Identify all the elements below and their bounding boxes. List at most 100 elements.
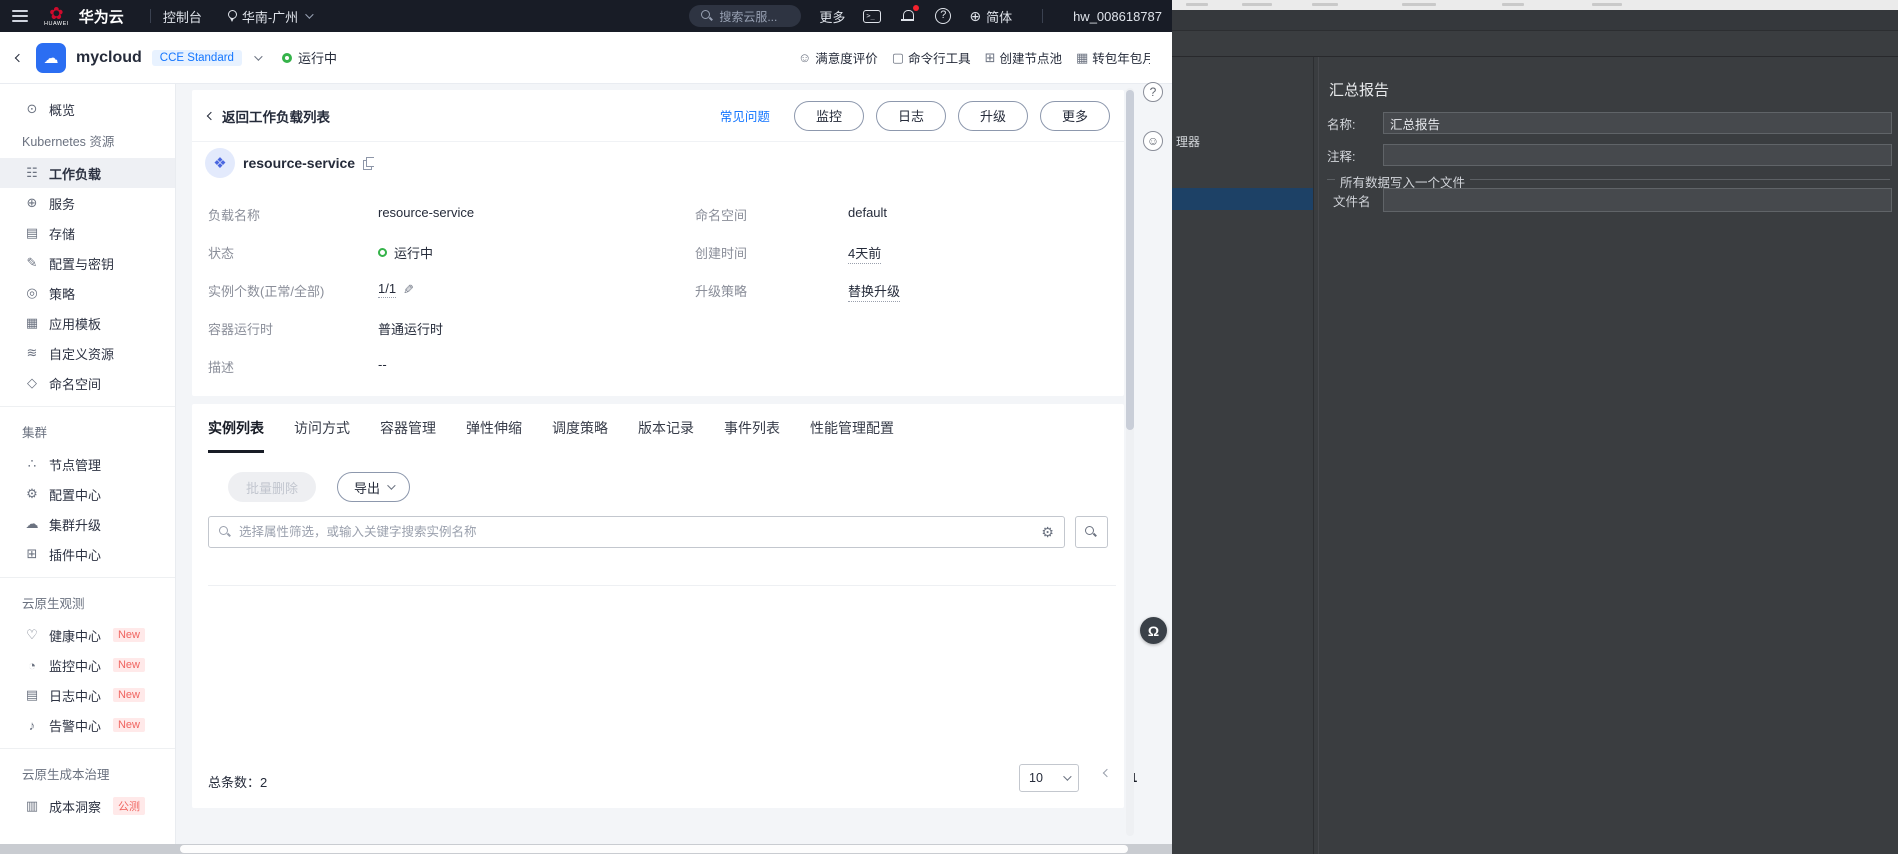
sidebar-section-header: Kubernetes 资源 bbox=[22, 135, 115, 149]
notifications-bell-icon[interactable] bbox=[899, 5, 920, 24]
comment-label: 注释: bbox=[1327, 149, 1356, 164]
tab-性能管理配置[interactable]: 性能管理配置 bbox=[810, 418, 894, 453]
field-value: 普通运行时 bbox=[378, 322, 444, 337]
sidebar-item-storage[interactable]: ▤ 存储 bbox=[0, 218, 175, 248]
sidebar-item-badge: New bbox=[112, 628, 145, 642]
sidebar-item-configmaps-secrets[interactable]: ✎ 配置与密钥 bbox=[0, 248, 175, 278]
sidebar-item-label: 存储 bbox=[49, 226, 76, 242]
prev-page-icon[interactable] bbox=[1102, 768, 1112, 778]
name-input[interactable] bbox=[1383, 112, 1892, 134]
sidebar-item-custom-resources[interactable]: ≋ 自定义资源 bbox=[0, 338, 175, 368]
account-menu[interactable]: hw_008618787 bbox=[1073, 9, 1162, 24]
tab-版本记录[interactable]: 版本记录 bbox=[638, 418, 694, 453]
floating-help-button[interactable]: ? bbox=[1143, 82, 1163, 102]
sidebar-item-label: 工作负载 bbox=[49, 166, 102, 182]
field-value: 4天前 bbox=[848, 243, 882, 264]
field-label: 状态 bbox=[208, 246, 235, 261]
sidebar-item-label: 集群升级 bbox=[49, 517, 102, 533]
sidebar-item-label: 服务 bbox=[49, 196, 76, 212]
export-button[interactable]: 导出 bbox=[337, 472, 411, 502]
workload-action-button-更多[interactable]: 更多 bbox=[1039, 100, 1110, 131]
tab-事件列表[interactable]: 事件列表 bbox=[724, 418, 780, 453]
edit-pencil-icon[interactable]: ✎ bbox=[403, 282, 414, 298]
sidebar-item-app-templates[interactable]: ▦ 应用模板 bbox=[0, 308, 175, 338]
jmeter-tree-panel[interactable]: 理器 bbox=[1172, 57, 1313, 854]
cluster-icon: ☁ bbox=[36, 42, 66, 73]
more-link[interactable]: 更多 bbox=[819, 7, 845, 26]
batch-delete-button[interactable]: 批量删除 bbox=[228, 472, 317, 502]
language-switcher[interactable]: ⊕ 简体 bbox=[969, 7, 1012, 26]
total-count: 总条数：2 bbox=[208, 775, 268, 790]
sidebar-divider bbox=[0, 406, 175, 407]
workload-action-button-监控[interactable]: 监控 bbox=[793, 100, 864, 131]
cluster-action-label: 满意度评价 bbox=[815, 52, 878, 66]
console-link[interactable]: 控制台 bbox=[163, 7, 202, 26]
customer-service-button[interactable]: Ω bbox=[1140, 617, 1167, 644]
console-topbar: ✿ HUAWEI 华为云 控制台 华南-广州 搜索云服... 更多 >_ ? ⊕ 简… bbox=[0, 0, 1172, 32]
sidebar-item-alarm-center[interactable]: ♪ 告警中心 New bbox=[0, 710, 175, 740]
cluster-status-icon bbox=[281, 52, 292, 63]
cluster-action-terminal[interactable]: ▢ 命令行工具 bbox=[892, 48, 971, 67]
back-to-workload-list[interactable]: 返回工作负载列表 bbox=[206, 106, 330, 126]
sidebar-item-policies[interactable]: ◎ 策略 bbox=[0, 278, 175, 308]
tree-selected-item[interactable] bbox=[1172, 188, 1313, 210]
cluster-header-bar: ☁ mycloud CCE Standard 运行中 ☺ 满意度评价 ▢ 命令行工具 ⊞… bbox=[0, 32, 1172, 84]
sidebar-item-label: 成本洞察 bbox=[49, 799, 102, 815]
brand-title: 华为云 bbox=[78, 8, 124, 26]
services-icon: ⊕ bbox=[26, 195, 38, 210]
cluster-action-smiley[interactable]: ☺ 满意度评价 bbox=[798, 48, 878, 67]
tab-弹性伸缩[interactable]: 弹性伸缩 bbox=[466, 418, 522, 453]
filter-settings-gear-icon[interactable]: ⚙ bbox=[1041, 524, 1054, 541]
cluster-action-calendar[interactable]: ▦ 转包年包月 bbox=[1076, 48, 1150, 67]
sidebar-item-label: 监控中心 bbox=[49, 658, 102, 674]
sidebar-item-workloads[interactable]: ☷ 工作负载 bbox=[0, 158, 175, 188]
sidebar-item-node-management[interactable]: ∴ 节点管理 bbox=[0, 449, 175, 479]
page-size-select[interactable]: 10 bbox=[1019, 764, 1079, 792]
global-search[interactable]: 搜索云服... bbox=[689, 5, 802, 27]
pod-filter-input-wrap: ⚙ bbox=[208, 516, 1065, 548]
copy-icon[interactable] bbox=[363, 157, 375, 170]
sidebar-item-overview[interactable]: ⊙ 概览 bbox=[0, 94, 175, 124]
sidebar-item-cluster-upgrade[interactable]: ☁ 集群升级 bbox=[0, 509, 175, 539]
sidebar-item-health-center[interactable]: ♡ 健康中心 New bbox=[0, 620, 175, 650]
vertical-scrollbar-thumb[interactable] bbox=[1126, 90, 1134, 430]
tree-item-clipped-label[interactable]: 理器 bbox=[1176, 133, 1200, 150]
workload-action-button-日志[interactable]: 日志 bbox=[875, 100, 946, 131]
sidebar-item-services[interactable]: ⊕ 服务 bbox=[0, 188, 175, 218]
cluster-action-add-nodepool[interactable]: ⊞ 创建节点池 bbox=[985, 48, 1062, 67]
back-icon[interactable] bbox=[14, 53, 24, 62]
search-submit-button[interactable] bbox=[1074, 516, 1108, 548]
sidebar-section-header: 云原生成本治理 bbox=[22, 768, 110, 782]
cli-terminal-icon[interactable]: >_ bbox=[863, 8, 882, 24]
region-selector[interactable]: 华南-广州 bbox=[242, 7, 298, 26]
sidebar-item-configuration-center[interactable]: ⚙ 配置中心 bbox=[0, 479, 175, 509]
sidebar-item-label: 命名空间 bbox=[49, 376, 102, 392]
sidebar-item-cost-insights[interactable]: ▥ 成本洞察 公测 bbox=[0, 791, 175, 821]
sidebar-item-logging-center[interactable]: ▤ 日志中心 New bbox=[0, 680, 175, 710]
floating-feedback-button[interactable]: ☺ bbox=[1143, 131, 1163, 151]
comment-input[interactable] bbox=[1383, 144, 1892, 166]
help-icon[interactable]: ? bbox=[935, 8, 952, 24]
tab-实例列表[interactable]: 实例列表 bbox=[208, 418, 264, 453]
field-label: 升级策略 bbox=[695, 284, 748, 299]
tab-调度策略[interactable]: 调度策略 bbox=[552, 418, 608, 453]
tab-容器管理[interactable]: 容器管理 bbox=[380, 418, 436, 453]
sidebar-item-monitoring-center[interactable]: ◔ 监控中心 New bbox=[0, 650, 175, 680]
pod-list-card: 实例列表 访问方式 容器管理 弹性伸缩 调度策略 版本记录 事件列表 性能管理配置 批量删除 … bbox=[192, 404, 1137, 808]
sidebar-item-add-on-center[interactable]: ⊞ 插件中心 bbox=[0, 539, 175, 569]
pod-filter-input[interactable] bbox=[239, 525, 1034, 539]
hamburger-menu-icon[interactable] bbox=[12, 10, 28, 22]
sidebar-item-label: 配置与密钥 bbox=[49, 256, 115, 272]
workload-name: resource-service bbox=[243, 155, 356, 171]
tab-访问方式[interactable]: 访问方式 bbox=[294, 418, 350, 453]
cluster-switch-chevron-icon[interactable] bbox=[254, 51, 263, 61]
faq-link[interactable]: 常见问题 bbox=[720, 106, 770, 125]
filename-input[interactable] bbox=[1383, 188, 1892, 212]
jmeter-menubar bbox=[1172, 10, 1898, 31]
sidebar-item-namespaces[interactable]: ◇ 命名空间 bbox=[0, 368, 175, 398]
workload-detail-card: 返回工作负载列表 常见问题 监控 日志 升级 更多 ❖ resource-servic… bbox=[192, 90, 1124, 396]
globe-icon: ⊕ bbox=[969, 7, 982, 24]
workload-action-button-升级[interactable]: 升级 bbox=[957, 100, 1028, 131]
workloads-icon: ☷ bbox=[26, 165, 38, 180]
horizontal-scrollbar-thumb[interactable] bbox=[180, 845, 1128, 853]
